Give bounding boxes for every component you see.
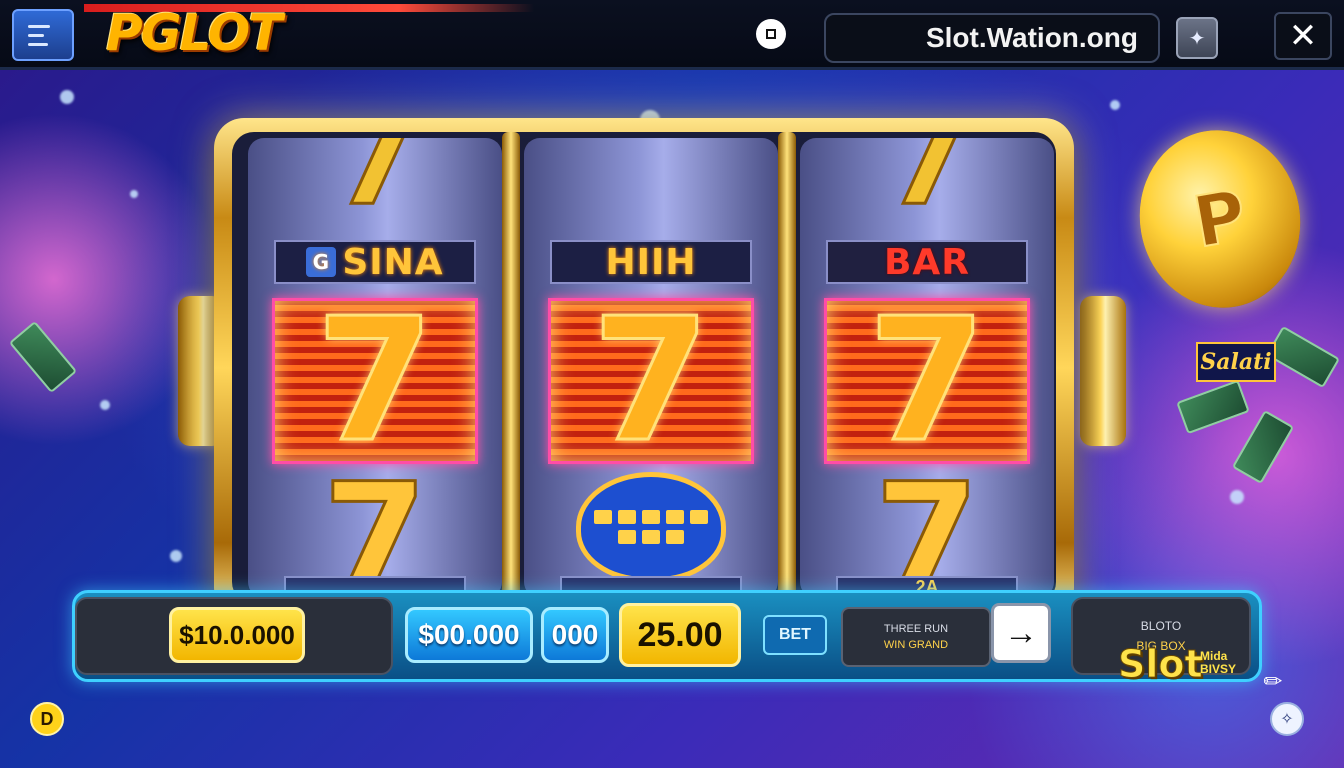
right-line-1: BLOTO (1140, 619, 1182, 633)
win-display: 25.00 (619, 603, 741, 667)
money-bill (1176, 379, 1250, 435)
reel-top-symbol (564, 138, 738, 218)
reel-label-text: SINA (342, 241, 444, 283)
winning-symbol: 7 (824, 282, 1030, 480)
balance-display: $10.0.000 (169, 607, 305, 663)
reel-label: BAR (826, 240, 1028, 284)
share-icon[interactable]: ✦ (1176, 17, 1218, 59)
reel-3: 7 BAR 7 7 2A (800, 138, 1054, 598)
money-bill (1265, 325, 1341, 389)
sparkle (1230, 490, 1244, 504)
slot-brand: Slot (1118, 642, 1204, 687)
top-bar: PGLOT Slot.Wation.ong ✦ ✕ (0, 0, 1344, 70)
menu-icon[interactable] (12, 9, 74, 61)
bubble-symbol (576, 472, 726, 582)
reel-label: HIIH (550, 240, 752, 284)
sparkle (100, 400, 110, 410)
reel-badge-icon: G (306, 247, 337, 277)
sparkle (60, 90, 74, 104)
left-circle-button[interactable]: D (30, 702, 64, 736)
bet-amount[interactable]: $00.000 (405, 607, 533, 663)
balance-slot: $10.0.000 (75, 597, 393, 675)
reel-top-symbol: 7 (332, 138, 419, 232)
info-line-2: WIN GRAND (883, 639, 949, 651)
lines-count[interactable]: 000 (541, 607, 609, 663)
sparkle (1110, 100, 1120, 110)
control-panel: $10.0.000 $00.000 000 25.00 BET THREE RU… (72, 590, 1262, 682)
reel-divider (778, 132, 796, 604)
reel-2: HIIH 7 (524, 138, 778, 598)
side-tag: Salati (1196, 342, 1276, 382)
seven-symbol: 7 (314, 282, 435, 480)
reel-divider (502, 132, 520, 604)
bet-button[interactable]: BET (763, 615, 827, 655)
settings-icon[interactable]: ✧ (1270, 702, 1304, 736)
winning-symbol: 7 (272, 282, 478, 480)
coin-icon: P (1125, 117, 1315, 321)
reel-label-text: HIIH (605, 241, 697, 283)
reel-label-text: BAR (883, 241, 971, 283)
sparkle (170, 550, 182, 562)
logo-text: PGLOT (106, 4, 282, 62)
game-logo: PGLOT (84, 2, 544, 64)
sparkle (130, 190, 138, 198)
url-display[interactable]: Slot.Wation.ong (824, 13, 1160, 63)
info-box: THREE RUN WIN GRAND (841, 607, 991, 667)
spin-arrow-button[interactable]: → (991, 603, 1051, 663)
reel-1: 7 G SINA 7 7 (248, 138, 502, 598)
seven-symbol: 7 (590, 282, 711, 480)
reel-top-symbol: 7 (884, 138, 971, 232)
winning-symbol: 7 (548, 282, 754, 480)
slot-brand-sub: Mida BIVSY (1200, 650, 1236, 676)
info-line-1: THREE RUN (883, 623, 949, 635)
slot-machine: 7 G SINA 7 7 HIIH 7 7 BAR 7 7 2A (214, 118, 1074, 618)
brand-sub-2: BIVSY (1200, 662, 1237, 676)
record-icon[interactable] (756, 19, 786, 49)
seven-symbol: 7 (866, 282, 987, 480)
reel-label: G SINA (274, 240, 476, 284)
money-bill (1231, 409, 1295, 485)
close-icon[interactable]: ✕ (1274, 12, 1332, 60)
machine-right-knob (1080, 296, 1126, 446)
money-bill (8, 320, 78, 394)
